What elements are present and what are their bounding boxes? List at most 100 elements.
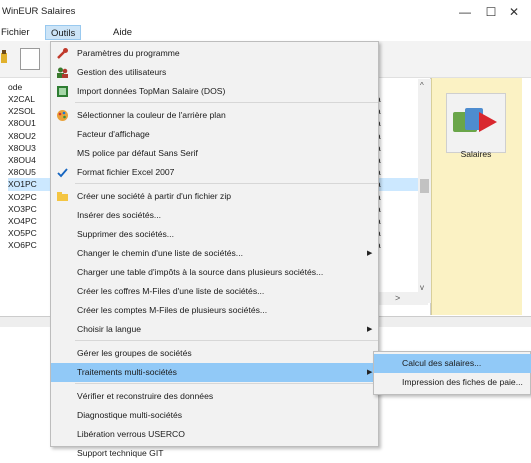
import-icon (56, 85, 69, 98)
list-item-code[interactable]: X8OU2 (8, 130, 50, 143)
submenu-item-label: Impression des fiches de paie... (402, 377, 523, 387)
menu-item[interactable]: Import données TopMan Salaire (DOS) (51, 82, 378, 101)
list-item-value[interactable]: a (376, 215, 420, 228)
submenu-arrow-icon: ▶ (367, 326, 373, 333)
scroll-up-icon[interactable]: ^ (420, 81, 424, 90)
list-item-value[interactable]: a (376, 227, 420, 240)
menu-item[interactable]: Format fichier Excel 2007 (51, 163, 378, 182)
outils-dropdown-menu: Paramètres du programme Gestion des utili… (50, 41, 379, 458)
menu-item[interactable]: Choisir la langue ▶ (51, 320, 378, 339)
menu-item-label: Facteur d'affichage (77, 129, 150, 139)
menu-item[interactable]: Créer les comptes M-Files de plusieurs s… (51, 301, 378, 320)
menu-item[interactable]: Changer le chemin d'une liste de société… (51, 244, 378, 263)
scroll-thumb[interactable] (420, 179, 429, 193)
menu-item-label: Charger une table d'impôts à la source d… (77, 267, 324, 277)
menu-item[interactable]: MS police par défaut Sans Serif (51, 144, 378, 163)
menu-fichier[interactable]: Fichier (0, 25, 35, 40)
menu-item-label: Changer le chemin d'une liste de société… (77, 248, 243, 258)
check-icon (56, 166, 69, 179)
list-item-value[interactable]: a (376, 93, 420, 106)
menu-separator (75, 183, 378, 184)
menu-item[interactable]: Facteur d'affichage (51, 125, 378, 144)
submenu-item[interactable]: Impression des fiches de paie... (374, 373, 531, 392)
list-item-value[interactable]: a (376, 130, 420, 143)
menu-item[interactable]: Traitements multi-sociétés ▶ (51, 363, 378, 382)
list-item-code[interactable]: XO1PC (8, 178, 50, 191)
list-item-code[interactable]: XO6PC (8, 239, 50, 252)
list-item-value[interactable]: a (376, 191, 420, 204)
menu-item[interactable]: Vérifier et reconstruire des données (51, 387, 378, 406)
toolbar-tool-icon[interactable] (0, 50, 10, 66)
menu-item-label: Gestion des utilisateurs (77, 67, 167, 77)
salaires-app-icon (453, 108, 497, 132)
list-item-value[interactable]: a (376, 239, 420, 252)
menu-item[interactable]: Charger une table d'impôts à la source d… (51, 263, 378, 282)
menu-item[interactable]: Créer les coffres M-Files d'une liste de… (51, 282, 378, 301)
list-item-value[interactable]: a (376, 142, 420, 155)
menu-separator (75, 340, 378, 341)
list-item-code[interactable]: X8OU1 (8, 117, 50, 130)
menu-item-label: Sélectionner la couleur de l'arrière pla… (77, 110, 226, 120)
menu-aide[interactable]: Aide (108, 25, 137, 40)
menu-item[interactable]: Sélectionner la couleur de l'arrière pla… (51, 106, 378, 125)
menu-item-label: Traitements multi-sociétés (77, 367, 177, 377)
list-item-code[interactable]: XO3PC (8, 203, 50, 216)
submenu-arrow-icon: ▶ (367, 369, 373, 376)
list-item-code[interactable]: X2SOL (8, 105, 50, 118)
vertical-scrollbar[interactable]: ^ v (418, 79, 431, 303)
list-item-value[interactable]: a (376, 105, 420, 118)
close-button[interactable]: ✕ (497, 0, 531, 24)
users-icon (56, 66, 69, 79)
menu-item-label: Diagnostique multi-sociétés (77, 410, 183, 420)
submenu-item[interactable]: Calcul des salaires... (374, 354, 531, 373)
menu-item-label: Choisir la langue (77, 324, 142, 334)
traitements-submenu: Calcul des salaires... Impression des fic… (373, 351, 531, 395)
menu-item-label: Créer les comptes M-Files de plusieurs s… (77, 305, 268, 315)
list-item-code[interactable]: XO4PC (8, 215, 50, 228)
scroll-right-icon[interactable]: > (395, 292, 400, 305)
menu-outils[interactable]: Outils (45, 25, 82, 40)
salaires-label: Salaires (460, 149, 492, 159)
menu-separator (75, 102, 378, 103)
palette-icon (56, 109, 69, 122)
title-bar: WinEUR Salaires — ☐ ✕ (0, 0, 531, 24)
list-item-value[interactable]: a (376, 154, 420, 167)
menu-item-label: Supprimer des sociétés... (77, 229, 174, 239)
wrench-icon (56, 47, 69, 60)
toolbar-button[interactable] (20, 48, 40, 70)
menu-item-label: Import données TopMan Salaire (DOS) (77, 86, 226, 96)
menu-item[interactable]: Gestion des utilisateurs (51, 63, 378, 82)
menu-item-label: Paramètres du programme (77, 48, 180, 58)
list-item-value[interactable]: a (376, 166, 420, 179)
list-item-value[interactable]: a (376, 203, 420, 216)
menu-item-label: Vérifier et reconstruire des données (77, 391, 214, 401)
menu-item-label: MS police par défaut Sans Serif (77, 148, 198, 158)
list-header-code[interactable]: ode (8, 82, 22, 92)
salaires-tile[interactable] (446, 93, 506, 153)
menu-item-label: Format fichier Excel 2007 (77, 167, 175, 177)
menu-item[interactable]: Diagnostique multi-sociétés (51, 406, 378, 425)
menu-item-label: Gérer les groupes de sociétés (77, 348, 192, 358)
submenu-item-label: Calcul des salaires... (402, 358, 482, 368)
list-item-code[interactable]: XO5PC (8, 227, 50, 240)
menu-item[interactable]: Gérer les groupes de sociétés (51, 344, 378, 363)
folder-icon (56, 190, 69, 203)
list-item-code[interactable]: X8OU3 (8, 142, 50, 155)
list-item-code[interactable]: X8OU5 (8, 166, 50, 179)
list-item-code[interactable]: X8OU4 (8, 154, 50, 167)
list-item-value[interactable]: a (376, 117, 420, 130)
list-item-value[interactable]: a (376, 178, 420, 191)
menu-item-label: Créer une société à partir d'un fichier … (77, 191, 232, 201)
list-item-code[interactable]: XO2PC (8, 191, 50, 204)
menu-item[interactable]: Supprimer des sociétés... (51, 225, 378, 244)
submenu-arrow-icon: ▶ (367, 250, 373, 257)
menu-item-label: Libération verrous USERCO (77, 429, 185, 439)
list-item-code[interactable]: X2CAL (8, 93, 50, 106)
scroll-down-icon[interactable]: v (420, 283, 424, 292)
menu-item-label: Insérer des sociétés... (77, 210, 162, 220)
menu-item[interactable]: Créer une société à partir d'un fichier … (51, 187, 378, 206)
menu-bar: Fichier Outils Aide (0, 24, 531, 41)
menu-item[interactable]: Insérer des sociétés... (51, 206, 378, 225)
menu-item[interactable]: Paramètres du programme (51, 44, 378, 63)
menu-item[interactable]: Libération verrous USERCO (51, 425, 378, 444)
